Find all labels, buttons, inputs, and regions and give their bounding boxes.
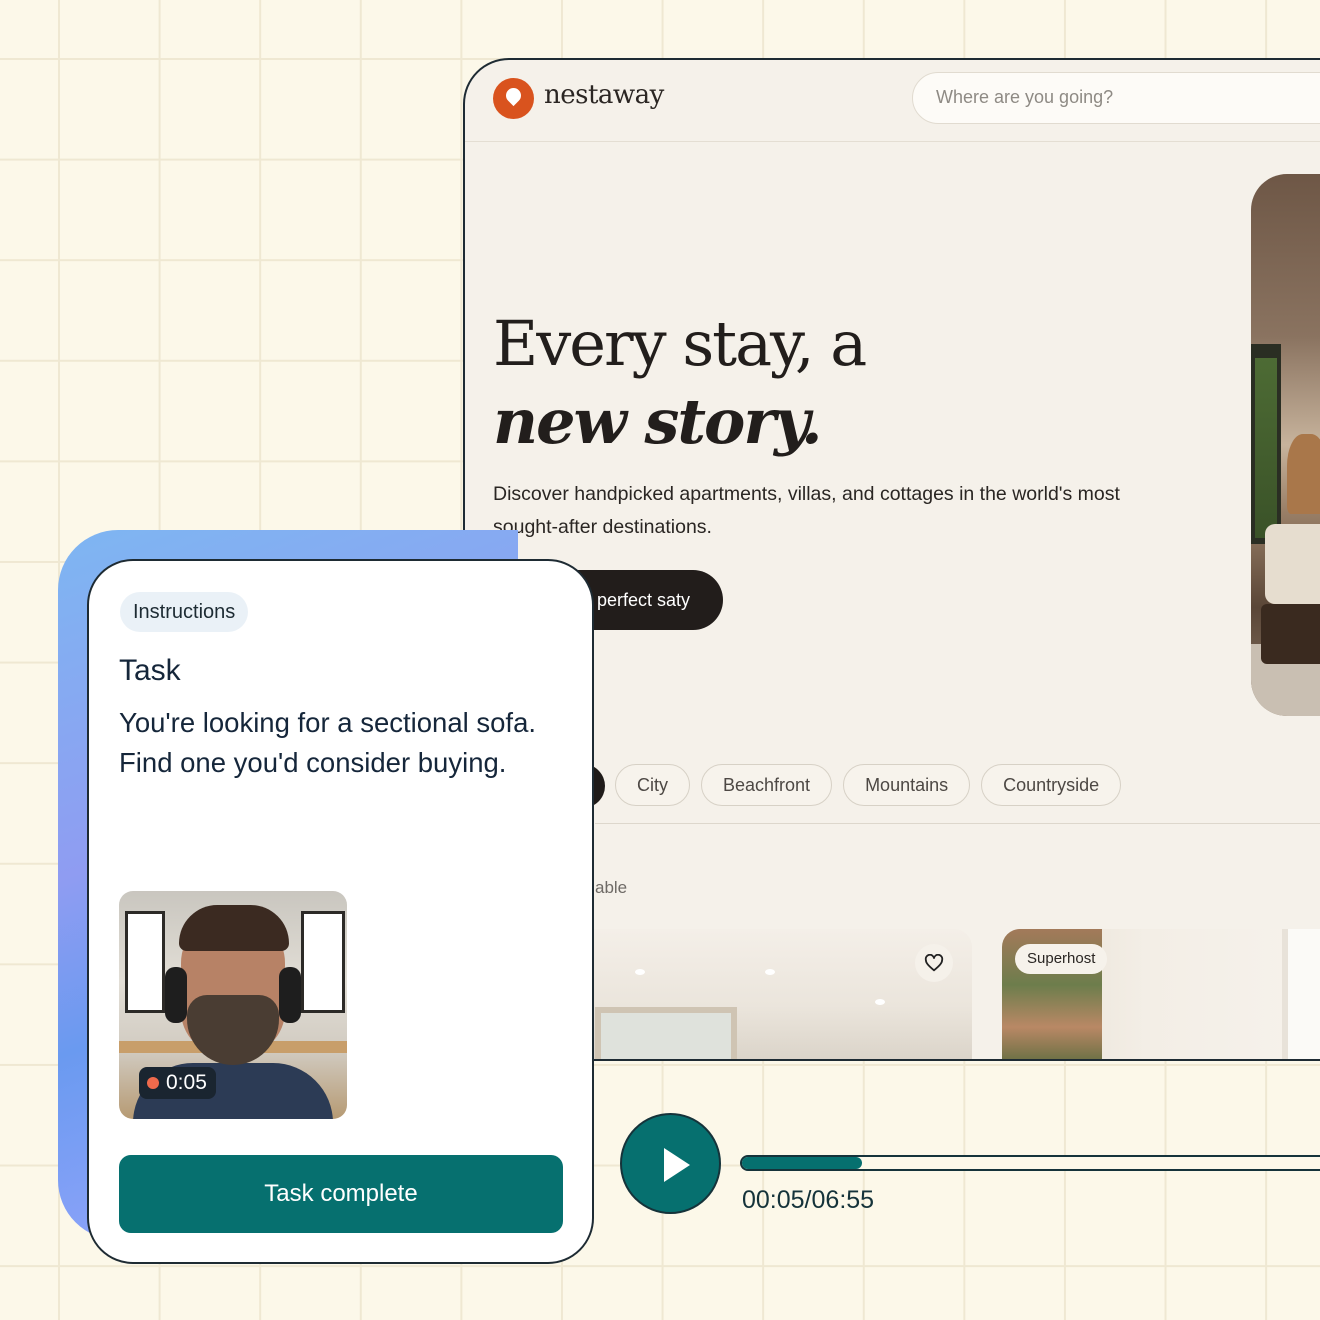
location-pin-icon[interactable] [493,78,534,119]
webcam-preview: 0:05 [119,891,347,1119]
section-label: able [595,878,628,897]
listing-window [1282,929,1320,1059]
wall-frame [301,911,345,1013]
brand-name[interactable]: nestaway [544,80,664,110]
hero-image-window [1251,344,1281,544]
playback-time: 00:05/06:55 [742,1186,875,1214]
ceiling-light [765,969,775,975]
superhost-badge: Superhost [1015,944,1108,974]
hero-title-line2: new story. [493,385,823,458]
play-button[interactable] [620,1113,721,1214]
wall-frame [125,911,165,1013]
divider [595,823,1320,824]
listing-window [595,1007,737,1059]
play-icon [664,1148,690,1182]
ceiling-light [875,999,885,1005]
instructions-chip: Instructions [120,592,249,632]
category-chip-countryside[interactable]: Countryside [981,764,1122,806]
progress-fill [742,1157,862,1169]
recording-time: 0:05 [166,1071,207,1094]
category-chip-city[interactable]: City [615,764,690,806]
hero-image-chair [1265,524,1320,604]
headphones [279,967,301,1023]
record-dot-icon [147,1077,159,1089]
search-box[interactable] [912,72,1320,124]
progress-track[interactable] [740,1155,1320,1171]
hero-title-line1: Every stay, a [493,307,867,380]
category-filter: City Beachfront Mountains Countryside [615,764,1122,808]
listing-card-image[interactable] [575,929,972,1059]
hero-image [1251,174,1320,716]
hero-image-lamp [1287,434,1320,514]
hero-subtitle: Discover handpicked apartments, villas, … [493,483,1120,538]
heart-icon [924,954,944,972]
hero-title: Every stay, a new story. [493,305,867,461]
person-hair [179,905,289,951]
category-chip-beachfront[interactable]: Beachfront [701,764,833,806]
ceiling-light [635,969,645,975]
site-header: nestaway [465,60,1320,142]
task-complete-button[interactable]: Task complete [119,1155,563,1233]
person-beard [187,995,279,1065]
task-title: Task [119,654,181,687]
instruction-panel: Instructions Task You're looking for a s… [87,559,594,1264]
hero-image-table [1261,604,1320,664]
category-chip-mountains[interactable]: Mountains [843,764,971,806]
headphones [165,967,187,1023]
recording-indicator: 0:05 [139,1067,216,1099]
search-input[interactable] [934,86,1320,109]
task-description: You're looking for a sectional sofa. Fin… [119,707,536,778]
favorite-heart-button[interactable] [915,944,953,982]
